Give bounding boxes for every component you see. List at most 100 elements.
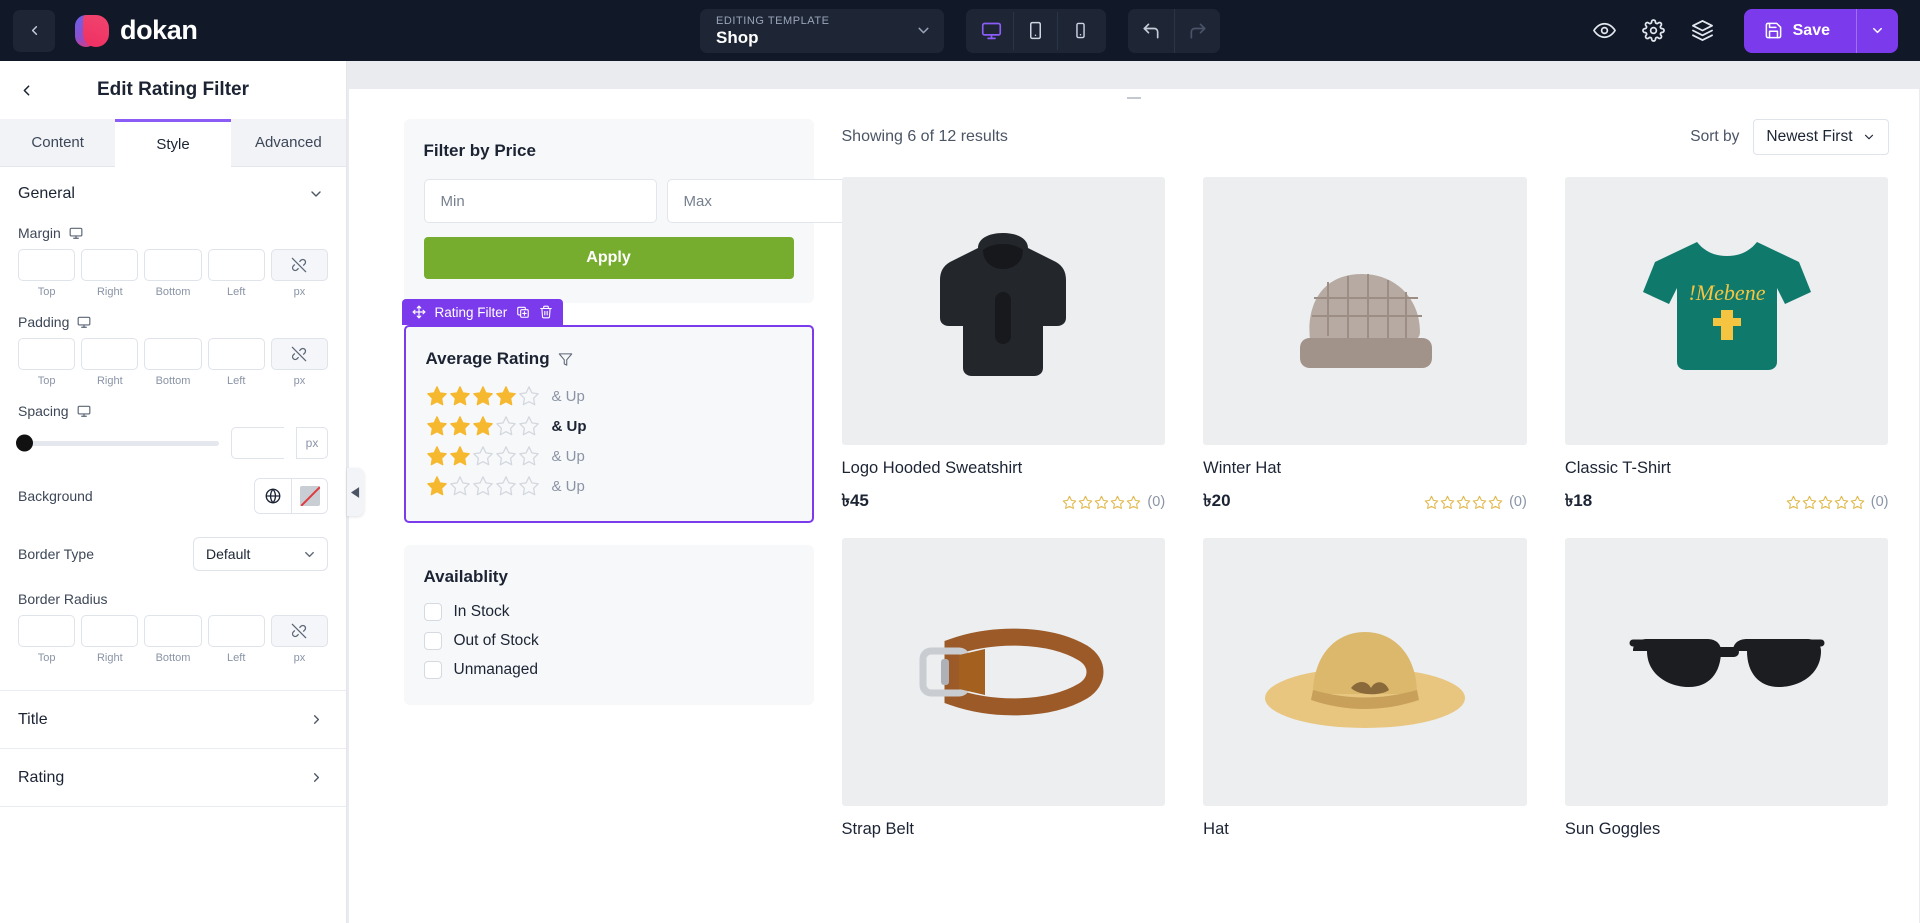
template-selector[interactable]: EDITING TEMPLATE Shop [700, 8, 944, 53]
preview-button[interactable] [1592, 19, 1616, 42]
border-type-control: Border Type Default [18, 533, 328, 575]
padding-bottom-input[interactable] [144, 338, 202, 370]
product-card[interactable]: Strap Belt [841, 538, 1166, 849]
rating-option-1[interactable]: & Up [426, 475, 792, 497]
product-card[interactable]: !Mebene Classic T-Shirt ৳18 (0) [1564, 177, 1889, 516]
checkbox-in-stock[interactable] [423, 603, 442, 621]
spacing-label: Spacing [18, 403, 69, 419]
section-rating-header[interactable]: Rating [0, 748, 346, 806]
rating-filter-widget[interactable]: Average Rating & Up & Up & Up & Up [403, 325, 814, 523]
redo-button[interactable] [1174, 8, 1220, 53]
section-title-label: Title [18, 710, 48, 728]
margin-top-input[interactable] [18, 249, 76, 281]
border-radius-label: Border Radius [18, 591, 108, 607]
checkbox-unmanaged[interactable] [423, 661, 442, 679]
device-tablet-button[interactable] [1014, 11, 1058, 50]
product-name: Winter Hat [1203, 459, 1282, 477]
save-button-main[interactable]: Save [1744, 9, 1856, 53]
product-card[interactable]: Logo Hooded Sweatshirt ৳45 (0) [841, 177, 1166, 516]
stars-2 [426, 445, 540, 467]
apply-price-button[interactable]: Apply [423, 237, 794, 279]
availability-option-out-of-stock[interactable]: Out of Stock [423, 632, 794, 650]
radius-right-input[interactable] [81, 615, 139, 647]
border-type-value: Default [206, 546, 251, 562]
rating-option-2[interactable]: & Up [426, 445, 792, 467]
spacing-unit: px [296, 427, 328, 459]
undo-button[interactable] [1128, 9, 1174, 53]
product-rating: (0) [1786, 494, 1888, 510]
product-thumbnail [1203, 177, 1527, 445]
availability-option-unmanaged[interactable]: Unmanaged [423, 661, 794, 679]
page-top-handle [1126, 97, 1141, 99]
margin-left-col: Left [207, 249, 265, 298]
globe-icon [265, 488, 281, 504]
padding-label-row: Padding [18, 314, 328, 330]
sidebar-back-button[interactable] [18, 82, 44, 99]
product-card[interactable]: Sun Goggles [1564, 538, 1889, 849]
radius-bottom-input[interactable] [144, 615, 202, 647]
device-mobile-button[interactable] [1058, 12, 1102, 50]
spacing-slider[interactable] [16, 434, 219, 452]
move-icon[interactable] [412, 305, 426, 319]
padding-unit-col: px [270, 338, 329, 387]
triangle-left-icon [351, 486, 360, 498]
spacing-row: px [16, 427, 328, 459]
settings-button[interactable] [1641, 19, 1665, 42]
radius-left-col: Left [207, 615, 265, 664]
spacing-value-input[interactable] [231, 427, 284, 459]
back-button[interactable] [13, 9, 55, 52]
border-type-select[interactable]: Default [193, 537, 328, 571]
margin-top-col: Top [18, 249, 76, 298]
results-header: Showing 6 of 12 results Sort by Newest F… [842, 107, 1889, 177]
device-desktop-button[interactable] [970, 11, 1014, 50]
eye-icon [1592, 22, 1616, 39]
save-options-button[interactable] [1856, 8, 1898, 53]
margin-right-input[interactable] [81, 249, 139, 281]
radius-unlink-button[interactable] [270, 615, 329, 647]
availability-option-in-stock[interactable]: In Stock [423, 603, 794, 621]
availability-widget: Availablity In Stock Out of Stock Unmana… [403, 545, 814, 705]
padding-unlink-button[interactable] [270, 338, 329, 370]
desktop-icon [69, 227, 83, 239]
section-general-header[interactable]: General [0, 167, 346, 221]
sidebar-bottom-divider [0, 806, 346, 807]
no-color-swatch-icon [299, 486, 320, 506]
sidebar-collapse-handle[interactable] [347, 468, 364, 516]
desktop-icon [981, 22, 1002, 40]
padding-left-input[interactable] [207, 338, 265, 370]
product-review-count: (0) [1509, 494, 1527, 510]
product-card[interactable]: Hat [1203, 538, 1527, 849]
tab-content[interactable]: Content [0, 119, 116, 167]
product-name: Hat [1203, 820, 1229, 838]
rating-option-4[interactable]: & Up [426, 385, 792, 407]
border-type-label: Border Type [18, 546, 95, 562]
radius-top-input[interactable] [18, 615, 76, 647]
margin-unlink-button[interactable] [270, 249, 329, 281]
padding-right-input[interactable] [81, 338, 139, 370]
tab-advanced[interactable]: Advanced [230, 119, 346, 167]
layers-button[interactable] [1691, 19, 1714, 42]
trash-icon[interactable] [539, 305, 553, 319]
product-price: ৳20 [1203, 491, 1231, 510]
radius-left-input[interactable] [207, 615, 265, 647]
product-name: Logo Hooded Sweatshirt [841, 459, 1023, 477]
product-card[interactable]: Winter Hat ৳20 (0) [1203, 177, 1527, 516]
checkbox-out-of-stock[interactable] [423, 632, 442, 650]
rating-option-3[interactable]: & Up [426, 415, 792, 437]
margin-bottom-input[interactable] [144, 249, 202, 281]
background-global-button[interactable] [255, 479, 291, 513]
section-title-header[interactable]: Title [0, 690, 346, 748]
padding-top-input[interactable] [18, 338, 76, 370]
sidebar-scroll-area[interactable]: General Margin Top Right Bottom Left px … [0, 167, 346, 923]
product-thumbnail [841, 538, 1166, 806]
sort-select[interactable]: Newest First [1753, 119, 1889, 155]
tab-style[interactable]: Style [115, 119, 231, 167]
margin-left-input[interactable] [207, 249, 265, 281]
save-button[interactable]: Save [1743, 8, 1898, 53]
background-color-button[interactable] [291, 479, 327, 513]
spacing-slider-knob[interactable] [16, 434, 33, 452]
border-radius-control: Border Radius Top Right Bottom Left px [18, 591, 329, 664]
label-out-of-stock: Out of Stock [453, 632, 539, 649]
duplicate-icon[interactable] [516, 305, 530, 319]
price-min-input[interactable] [423, 179, 657, 223]
